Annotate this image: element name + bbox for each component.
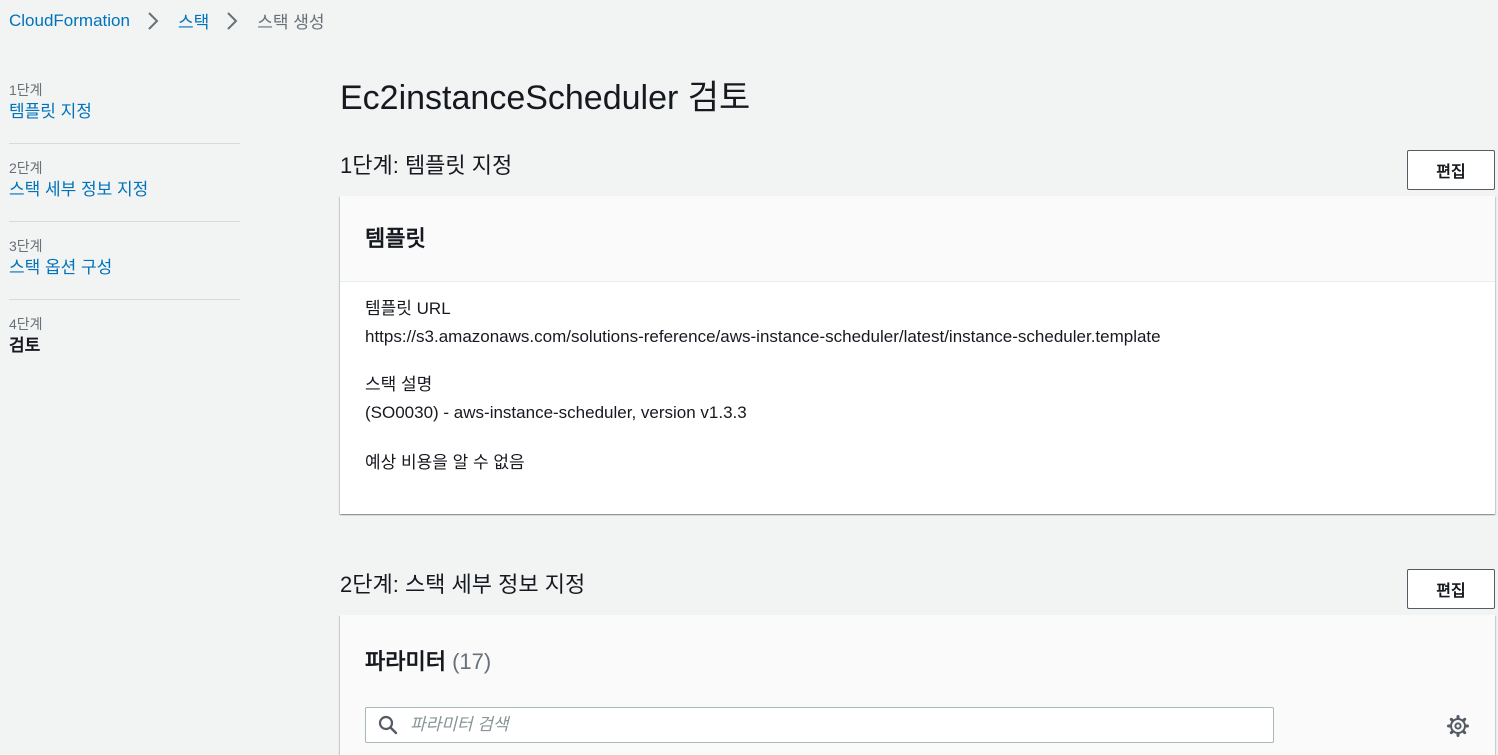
template-url-value: https://s3.amazonaws.com/solutions-refer… [365, 327, 1161, 346]
section-title: 1단계: 템플릿 지정 [340, 153, 513, 178]
step-number: 4단계 [9, 316, 43, 332]
template-card: 템플릿 템플릿 URL https://s3.amazonaws.com/sol… [340, 196, 1495, 514]
chevron-right-icon [142, 10, 164, 32]
stack-description-field: 스택 설명 (SO0030) - aws-instance-scheduler,… [365, 371, 1470, 427]
section-header-step2: 2단계: 스택 세부 정보 지정 편집 [340, 569, 1495, 609]
step-number: 3단계 [9, 238, 43, 254]
card-header: 파라미터 (17) [365, 648, 491, 676]
card-header: 템플릿 [340, 196, 1495, 282]
page-title: Ec2instanceScheduler 검토 [340, 79, 751, 117]
parameter-search [365, 707, 1274, 743]
card-body: 템플릿 URL https://s3.amazonaws.com/solutio… [340, 282, 1495, 477]
edit-step2-button[interactable]: 편집 [1407, 569, 1495, 609]
template-url-field: 템플릿 URL https://s3.amazonaws.com/solutio… [365, 295, 1470, 351]
wizard-steps: 1단계 템플릿 지정 2단계 스택 세부 정보 지정 3단계 스택 옵션 구성 … [9, 80, 240, 391]
search-icon [378, 715, 398, 735]
step-number: 2단계 [9, 160, 43, 176]
step-link-stack-details[interactable]: 스택 세부 정보 지정 [9, 178, 240, 202]
step-link-stack-options[interactable]: 스택 옵션 구성 [9, 256, 240, 280]
stack-description-value: (SO0030) - aws-instance-scheduler, versi… [365, 403, 747, 422]
card-title: 템플릿 [365, 225, 426, 251]
section-title: 2단계: 스택 세부 정보 지정 [340, 572, 586, 597]
breadcrumb: CloudFormation 스택 스택 생성 [9, 8, 325, 33]
card-title: 파라미터 [365, 649, 446, 674]
breadcrumb-current: 스택 생성 [257, 13, 325, 32]
edit-step1-button[interactable]: 편집 [1407, 150, 1495, 190]
breadcrumb-cloudformation[interactable]: CloudFormation [9, 11, 130, 31]
breadcrumb-stacks[interactable]: 스택 [178, 8, 209, 33]
wizard-step-3: 3단계 스택 옵션 구성 [9, 236, 240, 300]
parameters-card: 파라미터 (17) [340, 615, 1495, 755]
chevron-right-icon [221, 10, 243, 32]
field-label: 스택 설명 [365, 375, 433, 394]
step-link-specify-template[interactable]: 템플릿 지정 [9, 100, 240, 124]
step-number: 1단계 [9, 82, 43, 98]
wizard-step-4: 4단계 검토 [9, 314, 240, 377]
gear-icon[interactable] [1446, 714, 1470, 738]
step-label-review-current: 검토 [9, 336, 41, 355]
section-header-step1: 1단계: 템플릿 지정 편집 [340, 150, 1495, 190]
field-label: 템플릿 URL [365, 299, 451, 318]
wizard-step-2: 2단계 스택 세부 정보 지정 [9, 158, 240, 222]
parameter-count: (17) [452, 649, 492, 674]
estimated-cost-text: 예상 비용을 알 수 없음 [365, 453, 525, 472]
wizard-step-1: 1단계 템플릿 지정 [9, 80, 240, 144]
